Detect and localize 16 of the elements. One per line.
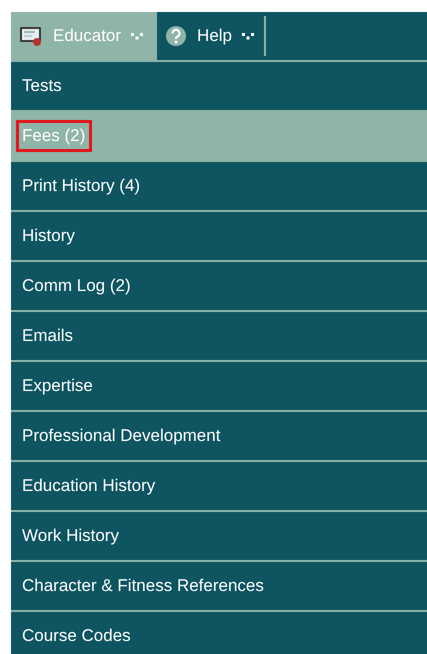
menu-item[interactable]: Professional Development — [11, 410, 427, 460]
help-icon — [165, 25, 188, 47]
menu-item[interactable]: Character & Fitness References — [11, 560, 427, 610]
menu-item[interactable]: Tests — [11, 60, 427, 110]
caret-icon — [242, 32, 254, 40]
menu-item[interactable]: Work History — [11, 510, 427, 560]
menu-item[interactable]: Education History — [11, 460, 427, 510]
menu-item[interactable]: Expertise — [11, 360, 427, 410]
certificate-icon — [19, 25, 43, 47]
menu-item[interactable]: Emails — [11, 310, 427, 360]
menu-item[interactable]: Course Codes — [11, 610, 427, 654]
menu-item[interactable]: Comm Log (2) — [11, 260, 427, 310]
menu-button[interactable]: Help — [157, 12, 264, 60]
menu-item[interactable]: History — [11, 210, 427, 260]
caret-icon — [131, 32, 144, 40]
menu-item[interactable]: Print History (4) — [11, 160, 427, 210]
